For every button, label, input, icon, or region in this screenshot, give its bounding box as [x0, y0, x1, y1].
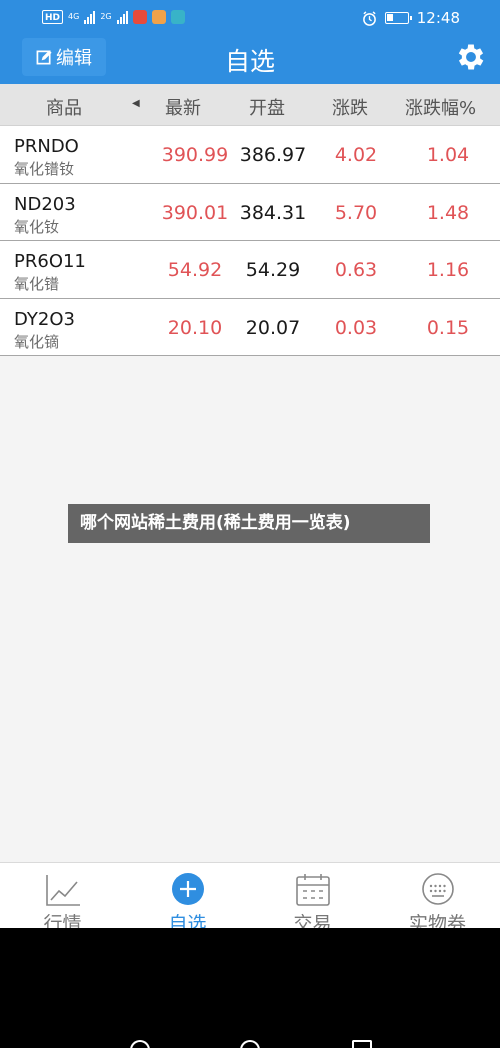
row-name: 氧化镨钕: [14, 160, 75, 178]
row-change: 0.63: [334, 259, 378, 281]
row-name: 氧化钕: [14, 217, 60, 236]
watchlist: PRNDO 氧化镨钕 390.99 386.97 4.02 1.04 ND203…: [0, 126, 500, 862]
row-open: 386.97: [239, 144, 307, 166]
status-right: 12:48: [362, 9, 460, 27]
col-name[interactable]: 商品: [46, 94, 82, 120]
row-symbol: PRNDO: [14, 136, 79, 157]
network-2g-label: 2G: [100, 12, 112, 21]
tab-label: 实物券: [408, 913, 466, 928]
column-header: 商品 ◀ 最新 开盘 涨跌 涨跌幅%: [0, 84, 500, 126]
row-name: 氧化镝: [14, 332, 60, 351]
row-name: 氧化镨: [14, 275, 60, 293]
row-change: 4.02: [334, 144, 378, 166]
hd-badge: HD: [42, 10, 64, 24]
app-notification-icon: [132, 10, 147, 24]
tab-trade[interactable]: 交易: [250, 863, 375, 928]
signal-icon: [84, 10, 96, 24]
recents-icon[interactable]: [352, 1040, 372, 1048]
table-row[interactable]: DY2O3 氧化镝 20.10 20.07 0.03 0.15: [0, 298, 500, 356]
status-bar: HD 4G 2G 12:48: [0, 0, 500, 38]
app-notification-icon-3: [170, 10, 185, 24]
system-nav-bar: [0, 928, 500, 1048]
col-change-pct[interactable]: 涨跌幅%: [405, 94, 476, 120]
keypad-icon: [422, 873, 454, 905]
col-latest[interactable]: 最新: [165, 94, 201, 120]
row-change-pct: 1.04: [426, 144, 470, 166]
home-icon[interactable]: [240, 1040, 260, 1048]
row-symbol: ND203: [14, 193, 76, 215]
row-open: 54.29: [245, 259, 301, 281]
gear-icon[interactable]: [454, 40, 488, 74]
table-row[interactable]: PRNDO 氧化镨钕 390.99 386.97 4.02 1.04: [0, 126, 500, 184]
chart-icon: [46, 875, 80, 906]
row-symbol: PR6O11: [14, 251, 86, 272]
row-latest: 54.92: [167, 259, 223, 281]
row-change-pct: 1.16: [426, 259, 470, 281]
status-time: 12:48: [416, 9, 460, 27]
back-icon[interactable]: [130, 1040, 150, 1048]
row-latest: 20.10: [167, 316, 223, 339]
tab-watchlist[interactable]: 自选: [125, 863, 250, 928]
row-open: 20.07: [245, 316, 301, 339]
alarm-icon: [362, 10, 376, 26]
tab-label: 行情: [43, 913, 82, 928]
plus-circle-icon: [172, 873, 204, 905]
network-4g-label: 4G: [68, 12, 80, 21]
page-title: 自选: [224, 47, 275, 76]
battery-icon: [384, 12, 412, 24]
sort-arrow-icon[interactable]: ◀: [132, 98, 140, 109]
col-change[interactable]: 涨跌: [332, 94, 368, 120]
table-row[interactable]: PR6O11 氧化镨 54.92 54.29 0.63 1.16: [0, 241, 500, 299]
row-change: 0.03: [334, 316, 378, 339]
row-change-pct: 0.15: [426, 316, 470, 339]
signal-icon-2: [116, 10, 128, 24]
overlay-caption: 哪个网站稀土费用(稀土费用一览表): [68, 504, 430, 543]
tab-label: 自选: [168, 913, 207, 928]
tab-label: 交易: [293, 913, 332, 928]
tab-market[interactable]: 行情: [0, 863, 125, 928]
row-latest: 390.01: [161, 201, 229, 224]
bottom-tab-bar: 行情 自选 交易 实物券: [0, 862, 500, 928]
app-header: 编辑 自选: [0, 38, 500, 84]
calendar-icon: [296, 874, 330, 906]
row-change: 5.70: [334, 201, 378, 224]
row-change-pct: 1.48: [426, 201, 470, 224]
row-latest: 390.99: [161, 144, 229, 166]
status-icons: HD 4G 2G: [42, 10, 185, 24]
app-notification-icon-2: [151, 10, 166, 24]
row-symbol: DY2O3: [14, 308, 75, 330]
col-open[interactable]: 开盘: [249, 94, 285, 120]
table-row[interactable]: ND203 氧化钕 390.01 384.31 5.70 1.48: [0, 183, 500, 241]
tab-physical-voucher[interactable]: 实物券: [375, 863, 500, 928]
row-open: 384.31: [239, 201, 307, 224]
